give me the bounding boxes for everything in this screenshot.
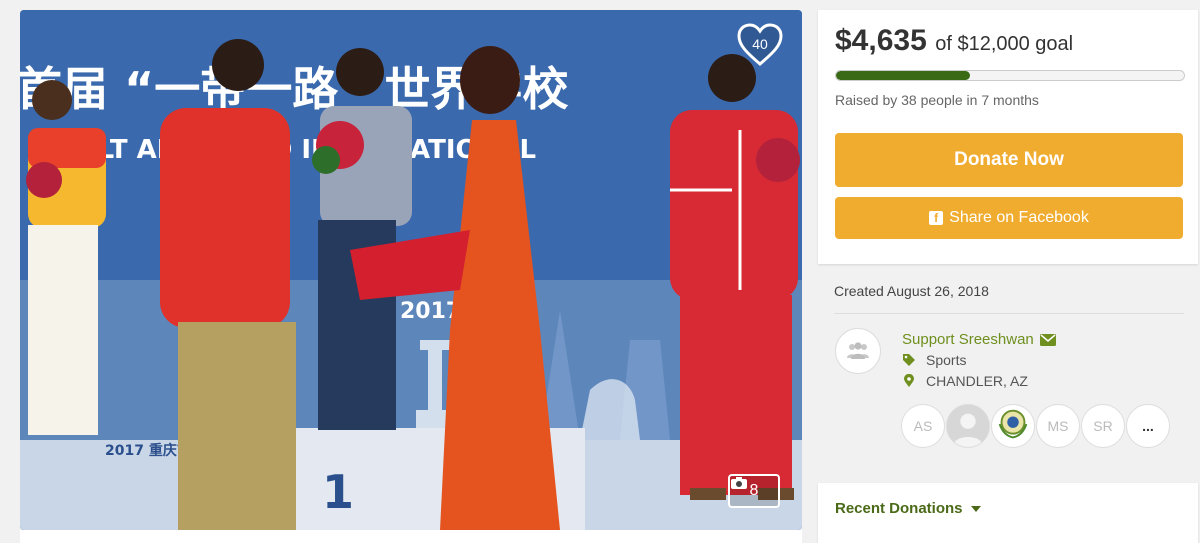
map-marker-icon	[904, 374, 914, 387]
progress-bar	[835, 70, 1185, 81]
location-row: CHANDLER, AZ	[902, 373, 1028, 389]
divider	[834, 313, 1184, 314]
tag-icon	[903, 354, 915, 366]
goal-text: of $12,000 goal	[935, 33, 1074, 55]
donor-avatar-photo[interactable]	[946, 404, 990, 448]
donation-card: $4,635 of $12,000 goal Raised by 38 peop…	[818, 10, 1198, 264]
photo-scene: 首届 “一带一路” 世界学校 BELT AND ROAD INTERNATION…	[20, 10, 802, 530]
recent-donations-title: Recent Donations	[835, 500, 963, 517]
organizer-name: Support Sreeshwan	[902, 331, 1034, 348]
photo-caption-strip	[20, 530, 802, 543]
raised-by-text: Raised by 38 people in 7 months	[835, 92, 1039, 108]
podium-number: 1	[322, 465, 354, 519]
recent-donations-toggle[interactable]: Recent Donations	[835, 500, 981, 517]
caret-down-icon	[970, 505, 981, 512]
donor-avatar[interactable]: SR	[1081, 404, 1125, 448]
camera-icon	[731, 477, 747, 489]
progress-fill	[836, 71, 971, 80]
donor-avatar[interactable]: MS	[1036, 404, 1080, 448]
organizer-avatar	[835, 328, 881, 374]
share-facebook-button[interactable]: f Share on Facebook	[835, 197, 1183, 239]
recent-donations-card: Recent Donations	[818, 483, 1198, 543]
more-donors-button[interactable]: ...	[1126, 404, 1170, 448]
created-date: Created August 26, 2018	[834, 283, 989, 299]
photo-count: 8	[749, 482, 759, 499]
donate-now-button[interactable]: Donate Now	[835, 133, 1183, 187]
organizer-name-link[interactable]: Support Sreeshwan	[902, 331, 1056, 348]
donor-avatars: AS MS SR ...	[901, 404, 1170, 448]
location-text: CHANDLER, AZ	[926, 373, 1028, 389]
alumni-logo-icon	[992, 405, 1034, 447]
facebook-icon: f	[929, 211, 944, 225]
like-count: 40	[752, 36, 768, 52]
amount-line: $4,635 of $12,000 goal	[835, 24, 1073, 58]
category-text[interactable]: Sports	[926, 352, 966, 368]
share-facebook-label: Share on Facebook	[949, 209, 1089, 226]
banner-english-text: BELT AND ROAD INTERNATIONAL	[60, 135, 536, 165]
person-silhouette-icon	[947, 405, 989, 447]
group-icon	[847, 342, 869, 359]
category-row: Sports	[902, 352, 966, 368]
donor-avatar-logo[interactable]	[991, 404, 1035, 448]
photo-gallery-button[interactable]: 8	[728, 474, 780, 508]
envelope-icon[interactable]	[1039, 333, 1056, 346]
amount-raised: $4,635	[835, 24, 927, 57]
like-heart-button[interactable]: 40	[736, 22, 784, 68]
campaign-photo[interactable]: 首届 “一带一路” 世界学校 BELT AND ROAD INTERNATION…	[20, 10, 802, 530]
donor-avatar[interactable]: AS	[901, 404, 945, 448]
